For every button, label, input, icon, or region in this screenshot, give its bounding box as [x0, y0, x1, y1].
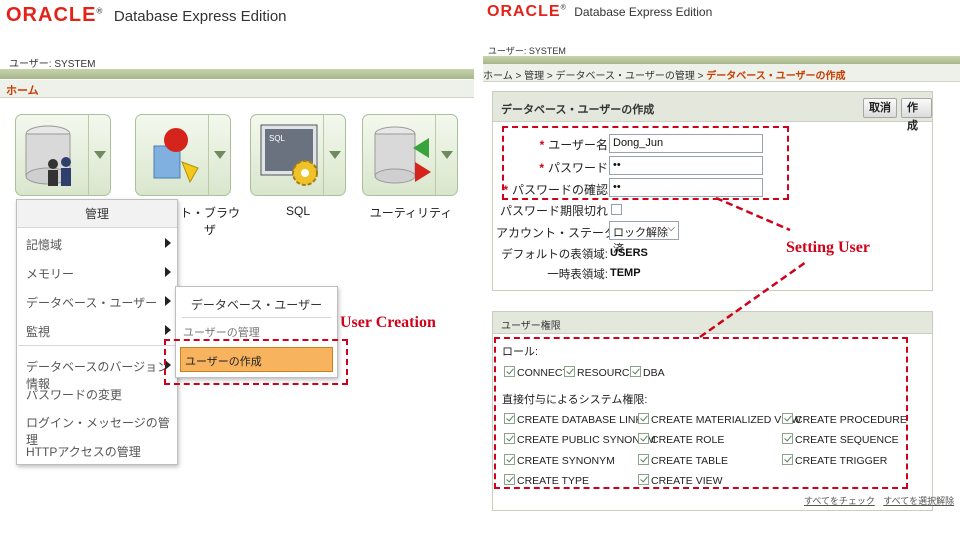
- sql-gear-icon: SQL: [260, 124, 318, 186]
- sql-tile[interactable]: SQL: [250, 114, 346, 196]
- admin-menu-header: 管理: [17, 200, 177, 228]
- utilities-tile[interactable]: [362, 114, 458, 196]
- database-users-icon: [25, 125, 71, 186]
- object-browser-dropdown-arrow[interactable]: [208, 115, 230, 195]
- account-status-label: アカウント・ステータス: [496, 226, 629, 240]
- sql-label[interactable]: SQL: [268, 204, 328, 218]
- menu-item-monitor[interactable]: 監視: [26, 323, 50, 340]
- user-creation-highlight-box: [164, 339, 348, 385]
- user-settings-highlight-box: [502, 126, 789, 200]
- right-logo: ORACLE® Database Express Edition: [487, 3, 713, 20]
- breadcrumb-manage-users[interactable]: データベース・ユーザーの管理: [556, 71, 695, 82]
- submenu-arrow-icon: [165, 267, 171, 277]
- bulk-links: すべてをチェック すべてを選択解除: [804, 491, 954, 509]
- menu-item-storage[interactable]: 記憶域: [26, 236, 62, 253]
- password-expire-label: パスワード期限切れ: [499, 204, 608, 218]
- submenu-arrow-icon: [165, 296, 171, 306]
- create-user-title: データベース・ユーザーの作成: [501, 104, 655, 116]
- breadcrumb-bar: ホーム: [0, 80, 474, 98]
- privileges-highlight-box: [494, 337, 908, 489]
- svg-text:SQL: SQL: [269, 134, 286, 143]
- admin-menu: 管理 記憶域 メモリー データベース・ユーザー 監視 データベースのバージョン情…: [16, 199, 178, 465]
- submenu-item-manage-users[interactable]: ユーザーの管理: [183, 324, 260, 340]
- admin-dropdown-arrow[interactable]: [88, 115, 110, 195]
- password-expire-checkbox[interactable]: [611, 204, 622, 215]
- menu-item-change-password[interactable]: パスワードの変更: [26, 386, 122, 403]
- default-tablespace-value: USERS: [610, 247, 648, 259]
- menu-divider: [18, 345, 176, 346]
- menu-item-database-users[interactable]: データベース・ユーザー: [26, 294, 157, 311]
- setting-user-annotation: Setting User: [786, 239, 870, 256]
- object-browser-label[interactable]: ト・ブラウザ: [175, 204, 245, 238]
- user-label: ユーザー: SYSTEM: [9, 59, 96, 70]
- header-bar: [0, 69, 474, 79]
- admin-tile[interactable]: [15, 114, 111, 196]
- temp-tablespace-label: 一時表領域:: [547, 269, 608, 281]
- object-browser-icon: [153, 128, 199, 184]
- breadcrumb-admin[interactable]: 管理: [524, 71, 544, 82]
- menu-item-http-access[interactable]: HTTPアクセスの管理: [26, 443, 141, 460]
- submenu-arrow-icon: [165, 238, 171, 248]
- left-logo: ORACLE® Database Express Edition: [6, 4, 287, 26]
- privileges-title: ユーザー権限: [501, 321, 561, 332]
- utilities-icon: [374, 126, 431, 184]
- sql-dropdown-arrow[interactable]: [323, 115, 345, 195]
- create-user-region-header: データベース・ユーザーの作成 取消 作成: [493, 92, 932, 132]
- submenu-header: データベース・ユーザー: [190, 298, 323, 312]
- breadcrumb: ホーム > 管理 > データベース・ユーザーの管理 > データベース・ユーザーの…: [483, 67, 846, 82]
- breadcrumb-current: データベース・ユーザーの作成: [706, 71, 846, 82]
- privileges-region-header: ユーザー権限: [493, 312, 932, 334]
- create-button[interactable]: 作成: [901, 98, 932, 132]
- breadcrumb-separator: >: [697, 71, 704, 82]
- utilities-dropdown-arrow[interactable]: [435, 115, 457, 195]
- breadcrumb-home[interactable]: ホーム: [483, 71, 513, 82]
- temp-tablespace-value: TEMP: [610, 267, 641, 279]
- right-header-bar: [483, 56, 960, 64]
- user-creation-annotation: User Creation: [340, 314, 436, 331]
- cancel-button[interactable]: 取消: [863, 98, 897, 118]
- submenu-divider: [182, 317, 331, 318]
- breadcrumb-separator: >: [515, 71, 522, 82]
- check-all-link[interactable]: すべてをチェック: [804, 496, 875, 506]
- submenu-arrow-icon: [165, 325, 171, 335]
- default-tablespace-label: デフォルトの表領域:: [501, 249, 608, 261]
- account-status-select[interactable]: ロック解除済 ⌵: [609, 221, 679, 255]
- utilities-label[interactable]: ユーティリティ: [366, 204, 456, 221]
- menu-item-memory[interactable]: メモリー: [26, 265, 74, 282]
- right-breadcrumb-bar: ホーム > 管理 > データベース・ユーザーの管理 > データベース・ユーザーの…: [483, 64, 960, 82]
- chevron-down-icon: ⌵: [667, 223, 675, 234]
- uncheck-all-link[interactable]: すべてを選択解除: [883, 496, 954, 506]
- object-browser-tile[interactable]: [135, 114, 231, 196]
- home-link[interactable]: ホーム: [6, 82, 39, 98]
- breadcrumb-separator: >: [546, 71, 553, 82]
